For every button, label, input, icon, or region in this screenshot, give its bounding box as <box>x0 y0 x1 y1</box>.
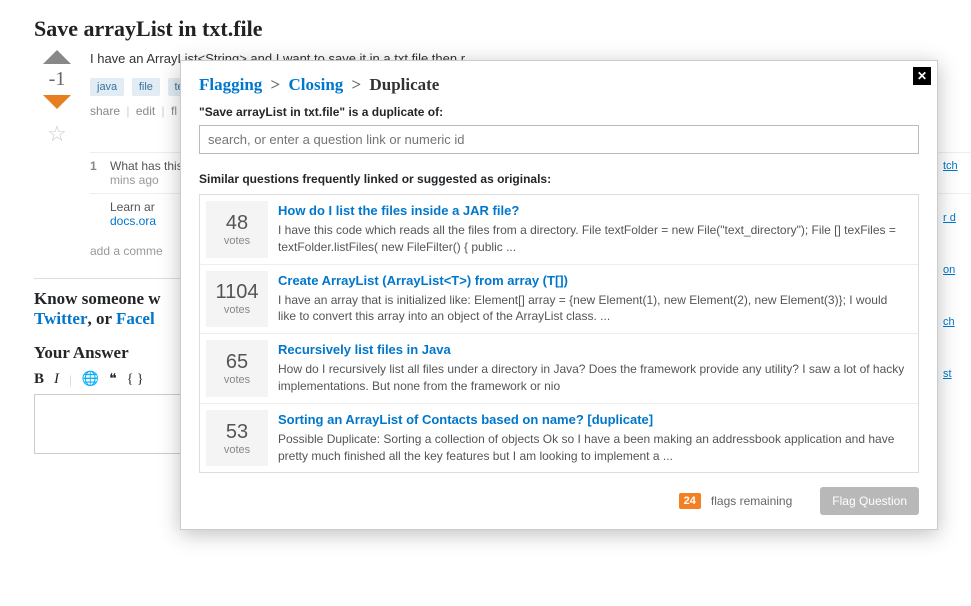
chevron-right-icon: > <box>352 75 362 94</box>
vote-box: 53 votes <box>206 410 268 467</box>
share-link[interactable]: share <box>90 104 120 118</box>
suggestion-body: Create ArrayList (ArrayList<T>) from arr… <box>278 265 918 334</box>
separator: | <box>69 372 72 388</box>
suggestion-title[interactable]: Recursively list files in Java <box>278 342 908 357</box>
breadcrumb-closing[interactable]: Closing <box>288 75 343 94</box>
tag-java[interactable]: java <box>90 78 124 96</box>
separator: | <box>126 104 129 118</box>
vote-count: 1104 <box>215 281 258 304</box>
vote-score: -1 <box>49 68 66 91</box>
suggestion-excerpt: Possible Duplicate: Sorting a collection… <box>278 431 908 465</box>
close-icon[interactable]: ✕ <box>913 67 931 85</box>
favorite-star-icon[interactable]: ☆ <box>47 121 67 147</box>
suggestion-item[interactable]: 1104 votes Create ArrayList (ArrayList<T… <box>200 264 918 334</box>
downvote-button[interactable] <box>43 95 71 109</box>
suggestion-body: How do I list the files inside a JAR fil… <box>278 195 918 264</box>
vote-count: 48 <box>226 212 248 235</box>
similar-questions-label: Similar questions frequently linked or s… <box>199 172 919 186</box>
suggestion-excerpt: I have this code which reads all the fil… <box>278 222 908 256</box>
side-link[interactable]: st <box>943 368 971 380</box>
code-icon[interactable]: { } <box>127 372 144 388</box>
flag-question-button[interactable]: Flag Question <box>820 487 919 515</box>
bold-button[interactable]: B <box>34 371 44 388</box>
breadcrumb-current: Duplicate <box>369 75 439 94</box>
side-link[interactable]: ch <box>943 316 971 328</box>
comment-score <box>90 200 110 228</box>
know-someone-text: Know someone w <box>34 289 161 308</box>
suggestion-body: Recursively list files in Java How do I … <box>278 334 918 403</box>
suggestion-title[interactable]: Create ArrayList (ArrayList<T>) from arr… <box>278 273 908 288</box>
suggestion-excerpt: How do I recursively list all files unde… <box>278 361 908 395</box>
vote-count: 53 <box>226 421 248 444</box>
suggestions-list: 48 votes How do I list the files inside … <box>199 194 919 473</box>
suggestion-item[interactable]: 48 votes How do I list the files inside … <box>200 195 918 264</box>
suggestion-item[interactable]: 65 votes Recursively list files in Java … <box>200 333 918 403</box>
facebook-link[interactable]: Facel <box>116 309 155 328</box>
side-link[interactable]: r d <box>943 212 971 224</box>
modal-footer: 24 flags remaining Flag Question <box>199 487 919 515</box>
separator: | <box>162 104 165 118</box>
vote-column: -1 ☆ <box>34 50 80 258</box>
flag-dialog: ✕ Flagging > Closing > Duplicate "Save a… <box>180 60 938 530</box>
flags-remaining-label: flags remaining <box>711 494 792 508</box>
suggestion-title[interactable]: How do I list the files inside a JAR fil… <box>278 203 908 218</box>
vote-box: 65 votes <box>206 340 268 397</box>
duplicate-search-input[interactable] <box>199 125 919 154</box>
chevron-right-icon: > <box>271 75 281 94</box>
edit-link[interactable]: edit <box>136 104 155 118</box>
or-text: , or <box>88 309 117 328</box>
tag-file[interactable]: file <box>132 78 160 96</box>
link-icon[interactable]: 🌐 <box>82 371 99 388</box>
breadcrumb: Flagging > Closing > Duplicate <box>199 75 919 95</box>
votes-label: votes <box>224 444 250 456</box>
votes-label: votes <box>224 374 250 386</box>
suggestion-excerpt: I have an array that is initialized like… <box>278 292 908 326</box>
side-link[interactable]: tch <box>943 160 971 172</box>
sidebar-links: tch r d on ch st <box>943 160 971 420</box>
comment-body: Learn ar <box>110 200 155 214</box>
suggestion-body: Sorting an ArrayList of Contacts based o… <box>278 404 918 473</box>
page-title: Save arrayList in txt.file <box>0 0 971 50</box>
votes-label: votes <box>224 235 250 247</box>
vote-count: 65 <box>226 351 248 374</box>
italic-button[interactable]: I <box>54 371 59 388</box>
breadcrumb-flagging[interactable]: Flagging <box>199 75 262 94</box>
comment-score: 1 <box>90 159 110 187</box>
vote-box: 48 votes <box>206 201 268 258</box>
suggestion-title[interactable]: Sorting an ArrayList of Contacts based o… <box>278 412 908 427</box>
twitter-link[interactable]: Twitter <box>34 309 88 328</box>
flags-count-badge: 24 <box>679 493 701 509</box>
side-link[interactable]: on <box>943 264 971 276</box>
suggestion-item[interactable]: 53 votes Sorting an ArrayList of Contact… <box>200 403 918 473</box>
comment-time: mins ago <box>110 173 159 187</box>
comment-link[interactable]: docs.ora <box>110 214 156 228</box>
upvote-button[interactable] <box>43 50 71 64</box>
flag-link[interactable]: fl <box>171 104 177 118</box>
votes-label: votes <box>224 304 250 316</box>
quote-icon[interactable]: ❝ <box>109 371 117 388</box>
vote-box: 1104 votes <box>206 271 268 328</box>
duplicate-of-label: "Save arrayList in txt.file" is a duplic… <box>199 105 919 119</box>
